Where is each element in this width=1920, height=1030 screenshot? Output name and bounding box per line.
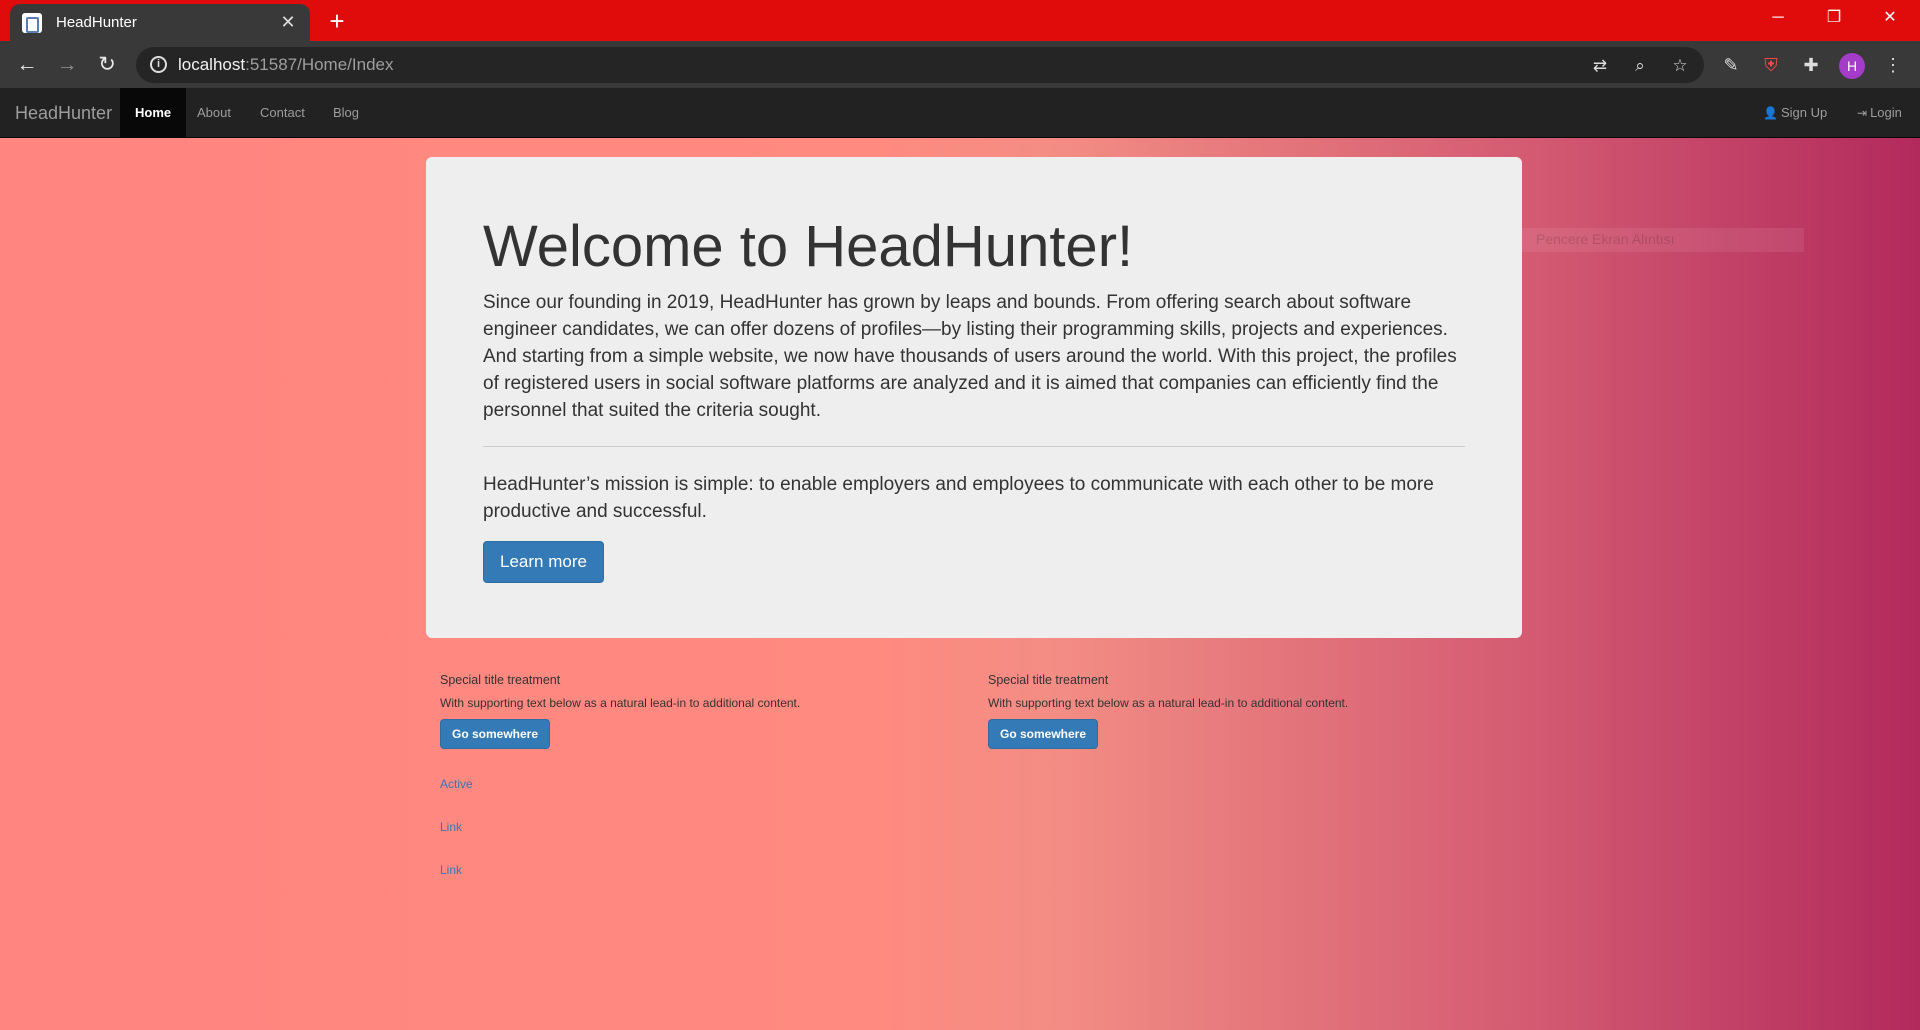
reload-icon[interactable]: ↻ xyxy=(92,50,122,80)
restore-button[interactable]: ❐ xyxy=(1806,0,1862,36)
pen-extension-icon[interactable]: ✎ xyxy=(1716,50,1746,80)
app-navbar: HeadHunter Home About Contact Blog 👤 Sign… xyxy=(0,88,1920,138)
new-tab-button[interactable]: + xyxy=(322,6,352,36)
card-1: Special title treatment With supporting … xyxy=(440,673,940,749)
address-url[interactable]: localhost:51587/Home/Index xyxy=(178,55,394,75)
back-arrow-icon[interactable]: ← xyxy=(12,50,42,80)
lead-paragraph: Since our founding in 2019, HeadHunter h… xyxy=(483,291,1457,421)
link-list: Active Link Link xyxy=(440,777,473,906)
site-info-icon[interactable]: i xyxy=(150,56,167,73)
translate-icon[interactable]: ⇄ xyxy=(1589,55,1611,77)
signup-link[interactable]: 👤 Sign Up xyxy=(1748,88,1842,138)
card-text: With supporting text below as a natural … xyxy=(988,696,1349,710)
mission-paragraph: HeadHunter’s mission is simple: to enabl… xyxy=(483,473,1434,522)
go-somewhere-button[interactable]: Go somewhere xyxy=(440,719,551,749)
navbar-brand[interactable]: HeadHunter xyxy=(15,88,112,138)
page-viewport: HeadHunter Home About Contact Blog 👤 Sign… xyxy=(0,88,1920,1030)
page-favicon-icon xyxy=(22,12,42,33)
bookmark-star-icon[interactable]: ☆ xyxy=(1669,55,1691,77)
browser-titlebar: HeadHunter ✕ + ─ ❐ ✕ xyxy=(0,0,1920,41)
close-window-button[interactable]: ✕ xyxy=(1862,0,1918,36)
jumbotron: Welcome to HeadHunter! Since our foundin… xyxy=(426,157,1522,638)
link[interactable]: Link xyxy=(440,863,473,877)
page-title: Welcome to HeadHunter! xyxy=(483,214,1134,279)
card-title: Special title treatment xyxy=(988,673,1109,687)
card-title: Special title treatment xyxy=(440,673,561,687)
tab-title: HeadHunter xyxy=(56,14,137,31)
nav-item-contact[interactable]: Contact xyxy=(245,88,320,138)
menu-kebab-icon[interactable]: ⋮ xyxy=(1878,50,1908,80)
tab-close-icon[interactable]: ✕ xyxy=(278,12,298,33)
address-bar[interactable]: i localhost:51587/Home/Index ⇄ ⌕ ☆ xyxy=(136,47,1704,83)
browser-toolbar: ← → ↻ i localhost:51587/Home/Index ⇄ ⌕ ☆… xyxy=(0,41,1920,88)
divider xyxy=(483,445,1465,447)
nav-item-about[interactable]: About xyxy=(182,88,246,138)
login-icon: ⇥ xyxy=(1857,106,1868,120)
screenshot-overlay-label: Pencere Ekran Alıntısı xyxy=(1502,228,1804,252)
user-icon: 👤 xyxy=(1763,106,1778,120)
profile-avatar[interactable]: H xyxy=(1839,53,1865,79)
forward-arrow-icon[interactable]: → xyxy=(52,50,82,80)
card-2: Special title treatment With supporting … xyxy=(988,673,1488,749)
active-link[interactable]: Active xyxy=(440,777,473,791)
shield-extension-icon[interactable]: ⛨ xyxy=(1756,50,1786,80)
go-somewhere-button[interactable]: Go somewhere xyxy=(988,719,1099,749)
login-link[interactable]: ⇥ Login xyxy=(1842,88,1917,138)
learn-more-button[interactable]: Learn more xyxy=(483,540,604,583)
zoom-icon[interactable]: ⌕ xyxy=(1629,55,1651,77)
minimize-button[interactable]: ─ xyxy=(1750,0,1806,36)
nav-item-blog[interactable]: Blog xyxy=(318,88,374,138)
extensions-puzzle-icon[interactable]: ✚ xyxy=(1796,50,1826,80)
link[interactable]: Link xyxy=(440,820,473,834)
nav-item-home[interactable]: Home xyxy=(120,88,187,138)
browser-tab[interactable]: HeadHunter ✕ xyxy=(10,4,310,41)
card-text: With supporting text below as a natural … xyxy=(440,696,801,710)
